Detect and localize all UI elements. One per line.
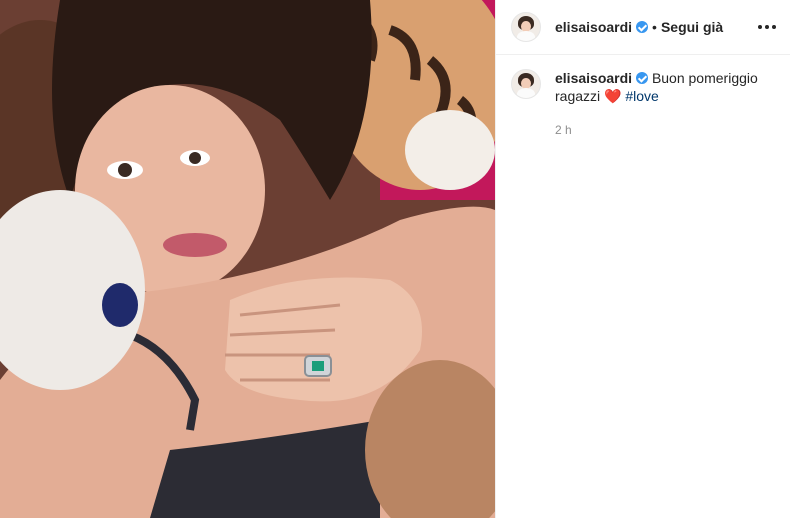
post-timestamp[interactable]: 2 h — [555, 121, 778, 139]
verified-badge-icon — [636, 21, 649, 33]
heart-emoji-icon: ❤️ — [604, 88, 622, 104]
more-options-icon[interactable] — [756, 19, 778, 35]
caption-verified-badge-icon — [636, 72, 649, 84]
caption-comment: elisaisoardi Buon pomeriggio ragazzi ❤️ … — [496, 55, 790, 139]
author-avatar[interactable] — [511, 12, 541, 42]
instagram-post: elisaisoardi • Segui già elisaisoardi Bu… — [0, 0, 790, 518]
header-separator: • — [652, 19, 657, 35]
caption-username[interactable]: elisaisoardi — [555, 70, 632, 86]
post-side-panel: elisaisoardi • Segui già elisaisoardi Bu… — [495, 0, 790, 518]
post-photo[interactable] — [0, 0, 495, 518]
caption-text-block: elisaisoardi Buon pomeriggio ragazzi ❤️ … — [555, 69, 778, 139]
hashtag-link[interactable]: #love — [625, 88, 658, 104]
photo-image — [0, 0, 495, 518]
follow-status-button[interactable]: Segui già — [661, 19, 723, 35]
author-username[interactable]: elisaisoardi — [555, 19, 632, 35]
caption-avatar[interactable] — [511, 69, 541, 99]
post-header: elisaisoardi • Segui già — [496, 0, 790, 55]
